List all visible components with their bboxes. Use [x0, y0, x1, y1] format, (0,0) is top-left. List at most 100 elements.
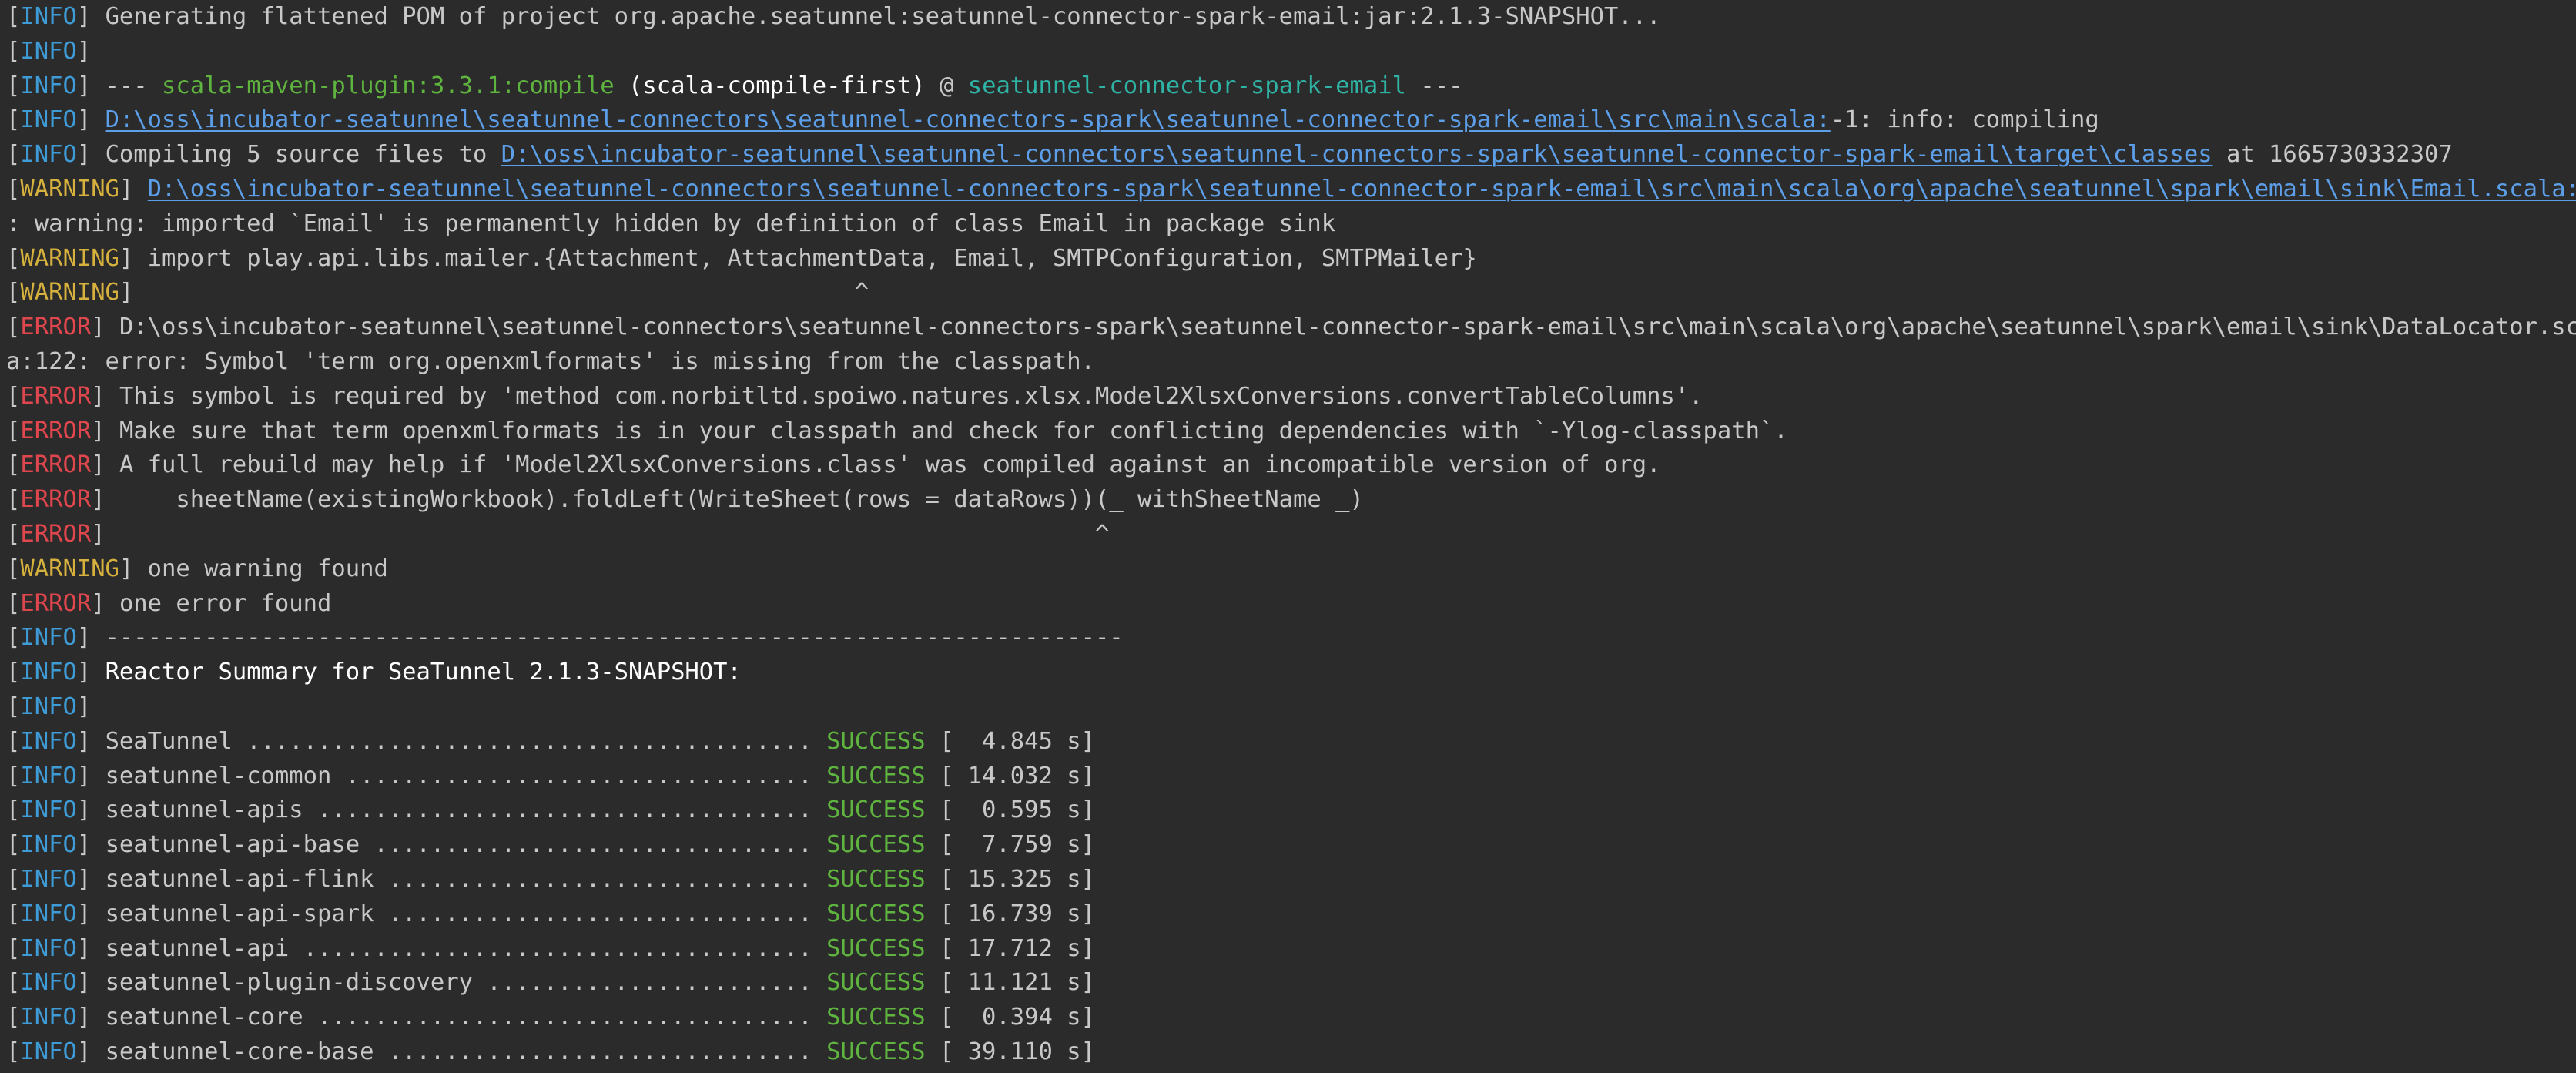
log-text: seatunnel-core .........................… [91, 1004, 827, 1031]
log-text: seatunnel-api ..........................… [91, 934, 827, 962]
log-text: @ [925, 72, 968, 99]
file-path-link[interactable]: D:\oss\incubator-seatunnel\seatunnel-con… [106, 106, 1831, 133]
log-line: [ERROR] D:\oss\incubator-seatunnel\seatu… [6, 310, 2576, 345]
level-bracket: ] [76, 900, 92, 927]
log-text: seatunnel-core-base ....................… [91, 1038, 827, 1065]
log-level-info: INFO [20, 865, 77, 893]
level-bracket: ] [91, 314, 106, 341]
log-text: [ 16.739 s] [925, 900, 1095, 927]
log-line: [INFO] seatunnel-plugin-discovery ......… [6, 966, 2576, 1001]
log-line: [WARNING] one warning found [6, 552, 2576, 587]
log-line: [INFO] D:\oss\incubator-seatunnel\seatun… [6, 103, 2576, 138]
log-text: (scala-compile-first) [614, 72, 926, 99]
log-level-error: ERROR [20, 486, 92, 514]
level-bracket: [ [6, 934, 21, 962]
log-line: [ERROR] Make sure that term openxmlforma… [6, 414, 2576, 449]
level-bracket: ] [76, 141, 92, 169]
level-bracket: [ [6, 175, 21, 203]
level-bracket: ] [91, 589, 106, 617]
level-bracket: [ [6, 555, 21, 582]
log-level-info: INFO [20, 900, 77, 927]
log-text: seatunnel-api-spark ....................… [91, 900, 827, 927]
level-bracket: ] [119, 279, 134, 307]
log-level-info: INFO [20, 106, 77, 134]
level-bracket: ] [76, 624, 92, 652]
log-level-error: ERROR [20, 314, 92, 341]
log-text: one error found [105, 589, 332, 617]
log-line: [INFO] seatunnel-api-base ..............… [6, 828, 2576, 863]
level-bracket: [ [6, 244, 21, 272]
log-text: SUCCESS [826, 1038, 926, 1065]
log-text: seatunnel-api-base .....................… [91, 831, 827, 859]
log-line: [INFO] seatunnel-common ................… [6, 759, 2576, 794]
log-text: SUCCESS [826, 796, 926, 824]
level-bracket: [ [6, 692, 21, 720]
log-level-error: ERROR [20, 451, 92, 479]
log-text: at 1665730332307 [2212, 141, 2453, 169]
log-level-warning: WARNING [20, 244, 119, 272]
log-text: [ 39.110 s] [925, 1038, 1095, 1065]
log-text: [ 14.032 s] [925, 762, 1095, 790]
level-bracket: ] [76, 37, 92, 65]
level-bracket: ] [119, 244, 134, 272]
log-text: seatunnel-common .......................… [91, 762, 827, 790]
log-text: [ 7.759 s] [925, 831, 1095, 859]
file-path-link[interactable]: D:\oss\incubator-seatunnel\seatunnel-con… [148, 176, 2576, 203]
level-bracket: ] [91, 451, 106, 479]
log-text: SUCCESS [826, 1004, 926, 1031]
log-level-info: INFO [20, 37, 77, 65]
level-bracket: [ [6, 314, 21, 341]
log-level-warning: WARNING [20, 555, 119, 582]
log-line: [INFO] --- scala-maven-plugin:3.3.1:comp… [6, 69, 2576, 104]
level-bracket: ] [76, 831, 92, 859]
log-line: [INFO] seatunnel-api-spark .............… [6, 897, 2576, 932]
log-text: SUCCESS [826, 727, 926, 755]
level-bracket: [ [6, 520, 21, 548]
log-line: [INFO] seatunnel-core-base .............… [6, 1035, 2576, 1070]
log-level-info: INFO [20, 727, 77, 755]
log-level-info: INFO [20, 796, 77, 824]
log-text: seatunnel-api-flink ....................… [91, 865, 827, 893]
log-text: Make sure that term openxmlformats is in… [105, 417, 1788, 444]
log-level-error: ERROR [20, 589, 92, 617]
log-text: sheetName(existingWorkbook).foldLeft(Wri… [105, 486, 1364, 514]
level-bracket: [ [6, 969, 21, 997]
log-level-info: INFO [20, 969, 77, 997]
log-text: [ 15.325 s] [925, 865, 1095, 893]
level-bracket: [ [6, 72, 21, 99]
log-level-warning: WARNING [20, 279, 119, 307]
log-text: seatunnel-plugin-discovery .............… [91, 969, 827, 997]
level-bracket: [ [6, 796, 21, 824]
log-line: [INFO] [6, 35, 2576, 69]
log-text: [ 11.121 s] [925, 969, 1095, 997]
log-level-info: INFO [20, 141, 77, 169]
level-bracket: [ [6, 865, 21, 893]
log-line: [ERROR] A full rebuild may help if 'Mode… [6, 448, 2576, 483]
level-bracket: [ [6, 486, 21, 514]
log-text: SUCCESS [826, 865, 926, 893]
log-text: one warning found [133, 555, 388, 582]
level-bracket: ] [76, 796, 92, 824]
level-bracket: [ [6, 382, 21, 410]
level-bracket: [ [6, 900, 21, 927]
level-bracket: ] [76, 1038, 92, 1065]
log-line: [INFO] SeaTunnel .......................… [6, 725, 2576, 759]
level-bracket: ] [76, 865, 92, 893]
log-line: [ERROR] one error found [6, 587, 2576, 622]
level-bracket: ] [76, 727, 92, 755]
log-text: seatunnel-connector-spark-email [967, 72, 1406, 99]
log-line: [INFO] seatunnel-core ..................… [6, 1001, 2576, 1035]
log-level-info: INFO [20, 831, 77, 859]
level-bracket: ] [91, 486, 106, 514]
log-level-error: ERROR [20, 382, 92, 410]
level-bracket: ] [76, 1004, 92, 1031]
log-text: ----------------------------------------… [91, 624, 1124, 652]
log-text: This symbol is required by 'method com.n… [105, 382, 1703, 410]
level-bracket: [ [6, 727, 21, 755]
level-bracket: ] [119, 175, 134, 203]
log-text: SUCCESS [826, 900, 926, 927]
file-path-link[interactable]: D:\oss\incubator-seatunnel\seatunnel-con… [501, 141, 2213, 168]
log-line: [INFO] ---------------------------------… [6, 621, 2576, 656]
